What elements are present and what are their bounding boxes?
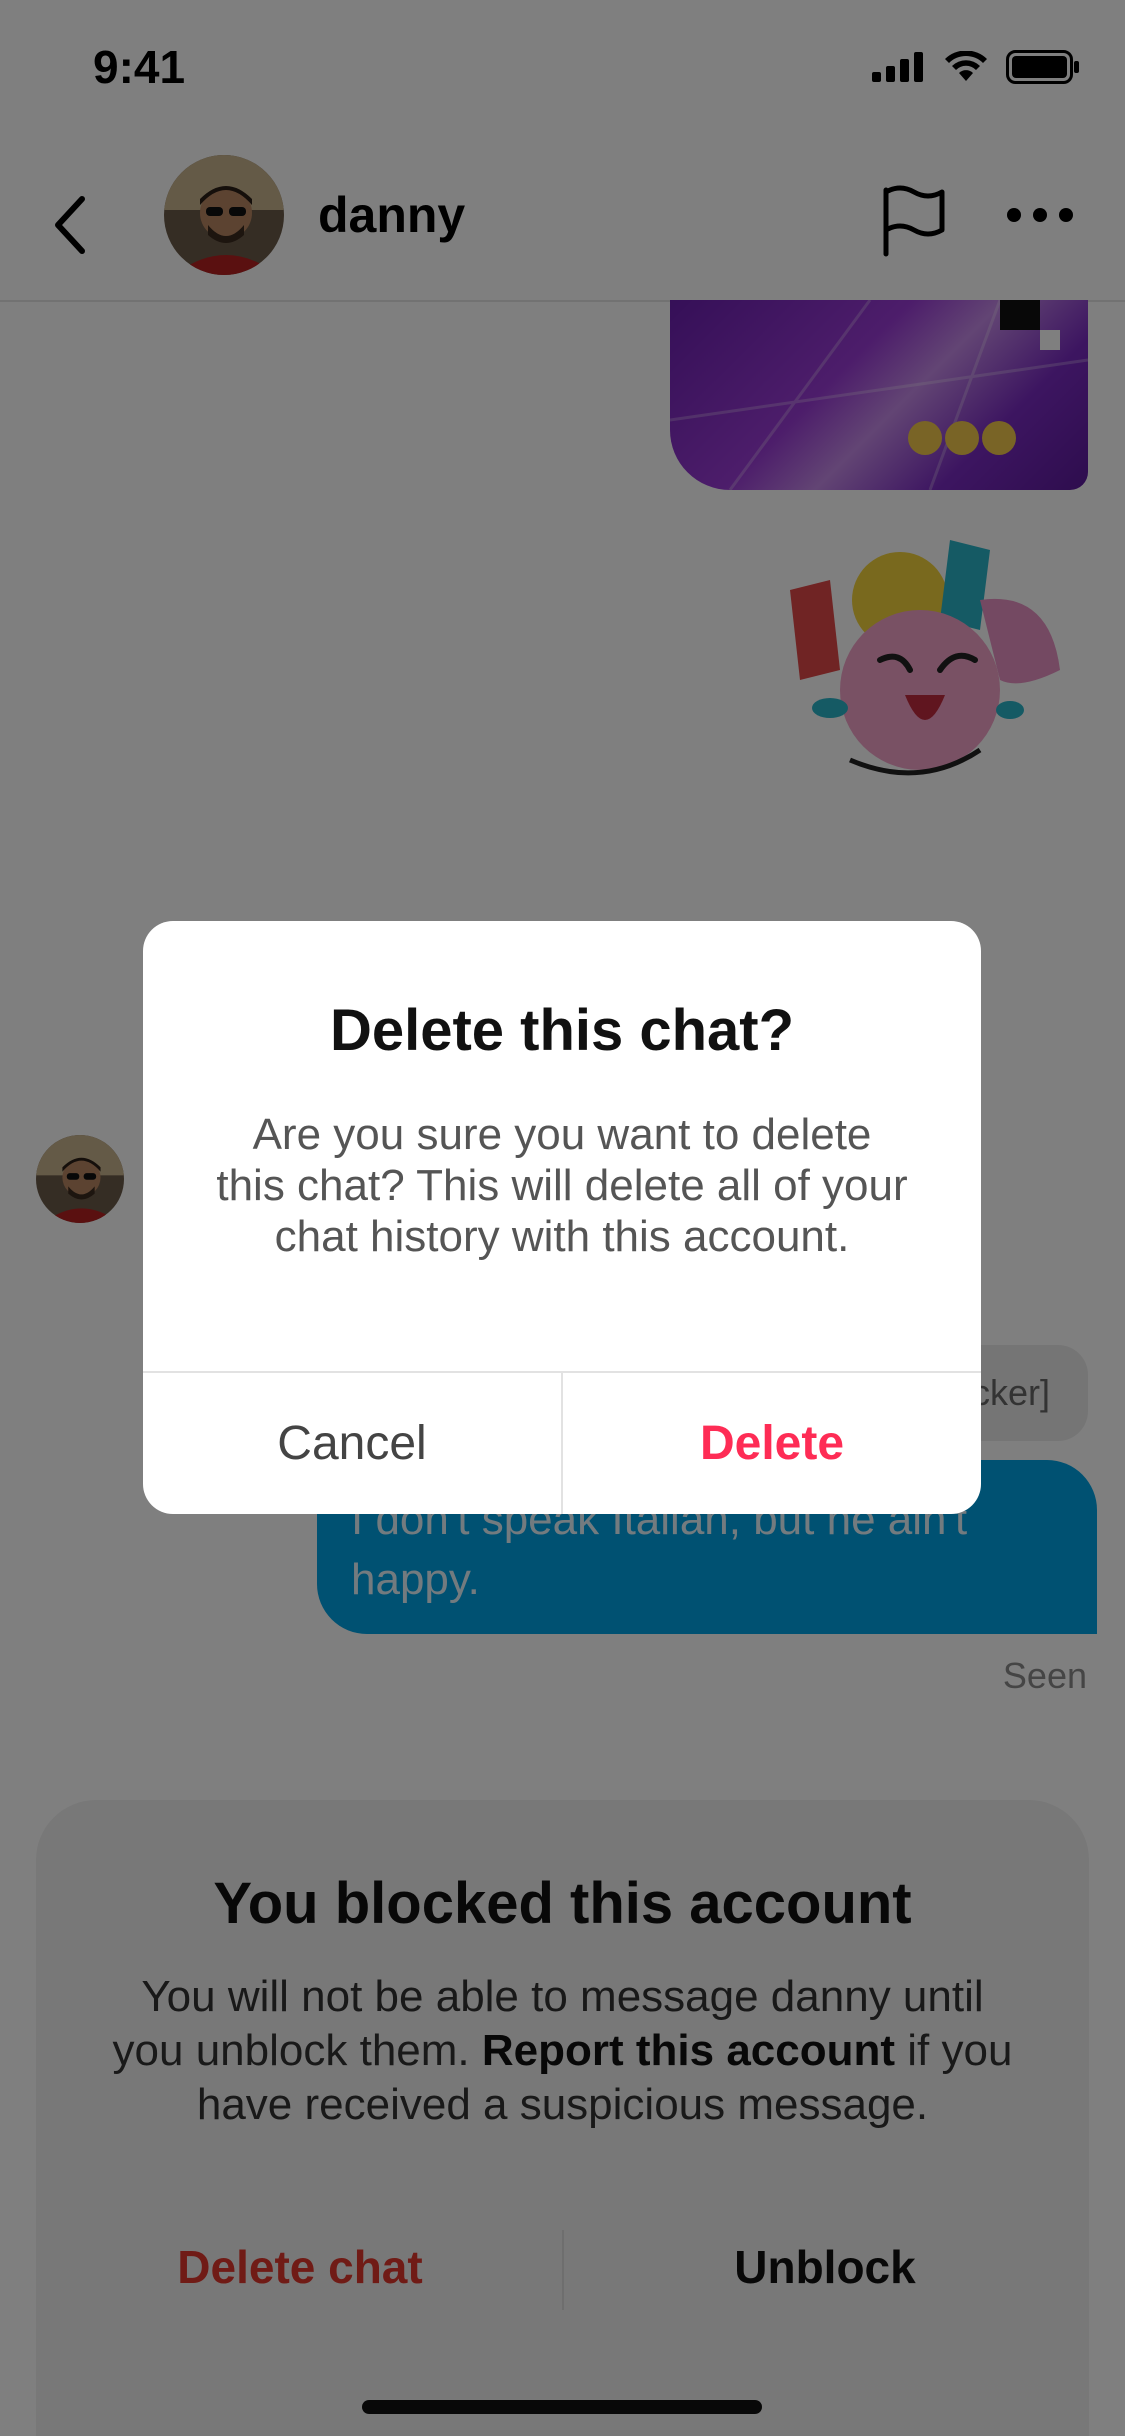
dialog-message: Are you sure you want to delete this cha…: [216, 1110, 908, 1261]
delete-chat-dialog: Delete this chat? Are you sure you want …: [143, 921, 981, 1514]
cancel-button[interactable]: Cancel: [143, 1373, 561, 1514]
delete-button[interactable]: Delete: [563, 1373, 981, 1514]
dialog-title: Delete this chat?: [329, 998, 795, 1063]
